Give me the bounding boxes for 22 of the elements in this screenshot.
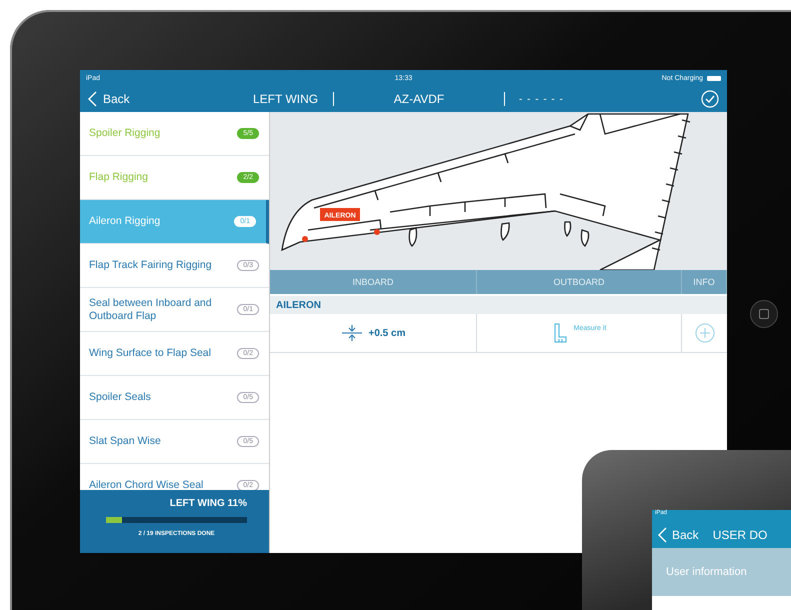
- inboard-value: +0.5 cm: [368, 328, 406, 338]
- chevron-left-icon: [88, 91, 97, 107]
- section-title: LEFT WING: [253, 92, 320, 106]
- back-button[interactable]: Back: [658, 527, 699, 543]
- ruler-icon: [552, 323, 568, 343]
- column-header: INFO: [682, 270, 727, 294]
- column-header: INBOARD: [270, 270, 477, 294]
- progress-title: LEFT WING 11%: [168, 498, 247, 509]
- compress-arrows-icon: [340, 324, 362, 342]
- registration-title: AZ-AVDF: [392, 92, 446, 106]
- back-button[interactable]: Back: [88, 91, 238, 107]
- screen-title: USER DO: [712, 528, 768, 542]
- point-marker: [302, 236, 308, 242]
- point-marker: [374, 229, 380, 235]
- section-label: User information: [666, 566, 747, 578]
- section-label: AILERON: [276, 300, 321, 310]
- empty-value: - - - - - -: [519, 94, 564, 104]
- column-header: OUTBOARD: [477, 270, 682, 294]
- chevron-left-icon: [658, 527, 667, 543]
- battery-icon: [707, 76, 721, 80]
- home-button[interactable]: [750, 300, 778, 328]
- checkmark-circle-icon[interactable]: [701, 90, 719, 108]
